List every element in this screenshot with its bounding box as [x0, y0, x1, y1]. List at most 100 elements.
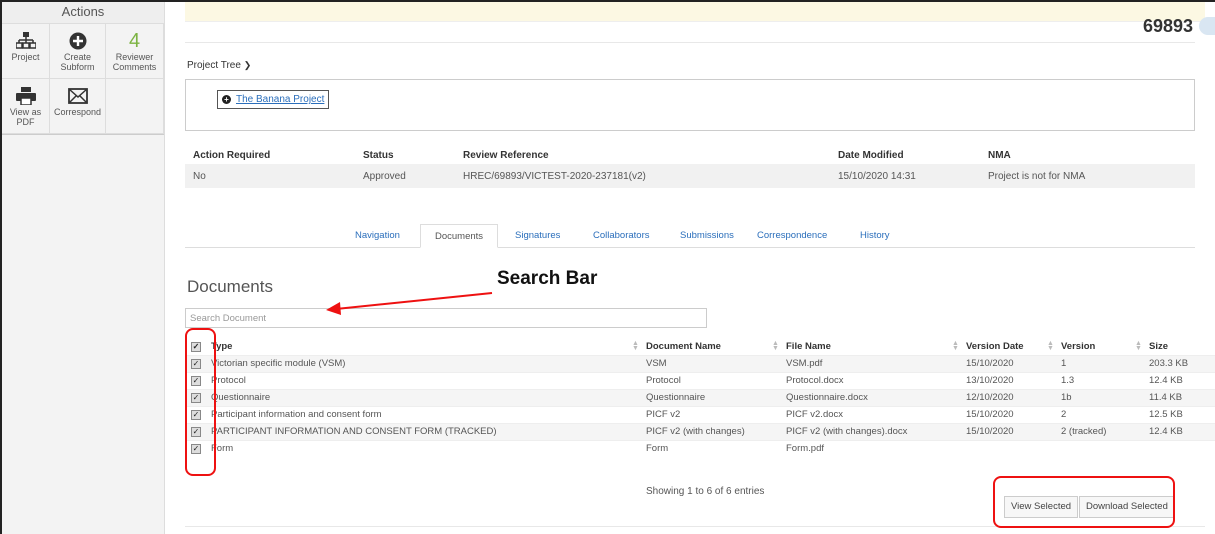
tab-submissions[interactable]: Submissions [680, 224, 734, 248]
tab-documents[interactable]: Documents [420, 224, 499, 248]
view-as-pdf-label: View as PDF [9, 107, 42, 127]
cell-document-name: Form [642, 439, 782, 457]
cell-document-name: Questionnaire [642, 388, 782, 406]
column-version-date-label: Version Date [966, 340, 1024, 352]
project-tree-node-link[interactable]: The Banana Project [236, 94, 324, 105]
header-review-reference: Review Reference [463, 149, 549, 161]
column-version-label: Version [1061, 340, 1096, 352]
column-version-date[interactable]: ▲ ▼ Version Date [952, 338, 1057, 355]
actions-title: Actions [2, 2, 164, 24]
project-tree-panel: + The Banana Project [185, 79, 1195, 131]
cell-size: 12.5 KB [1145, 405, 1215, 423]
column-document-name[interactable]: ▲ ▼ Document Name [632, 338, 782, 355]
column-size[interactable]: ▲ ▼ Size [1135, 338, 1215, 355]
project-tree-node[interactable]: + The Banana Project [217, 90, 330, 109]
cell-version: 1.3 [1057, 371, 1145, 389]
table-row[interactable]: ✓ PARTICIPANT INFORMATION AND CONSENT FO… [185, 422, 1215, 440]
reviewer-comments-label: Reviewer Comments [112, 52, 157, 72]
entries-info: Showing 1 to 6 of 6 entries [646, 486, 765, 497]
sort-icon: ▲ ▼ [632, 340, 639, 352]
tab-collaborators[interactable]: Collaborators [593, 224, 650, 248]
cell-type: Protocol [207, 371, 642, 389]
documents-header-row: ✓ Type ▲ ▼ Document Name ▲ ▼ File Name ▲ ▼ Ver… [185, 338, 1215, 355]
reviewer-comments-action[interactable]: 4 Reviewer Comments [106, 24, 164, 79]
reviewer-comments-count: 4 [128, 30, 141, 52]
cell-file-name: Questionnaire.docx [782, 388, 962, 406]
view-as-pdf-action[interactable]: View as PDF [2, 79, 50, 134]
column-file-name-label: File Name [786, 340, 831, 352]
project-info-header-row: Action Required Status Review Reference … [185, 146, 1195, 164]
actions-sidebar: Actions Project Create Subform 4 Reviewe… [2, 2, 165, 534]
cell-version-date: 15/10/2020 [962, 354, 1057, 372]
project-tree-toggle[interactable]: Project Tree ❯ [187, 60, 251, 71]
project-action-label: Project [11, 52, 40, 62]
cell-file-name: Protocol.docx [782, 371, 962, 389]
status-value: Approved [355, 164, 455, 188]
documents-heading: Documents [187, 277, 273, 296]
cell-file-name: VSM.pdf [782, 354, 962, 372]
cell-document-name: VSM [642, 354, 782, 372]
sort-icon: ▲ ▼ [952, 340, 959, 352]
notice-strip [185, 2, 1205, 22]
header-date-modified: Date Modified [838, 149, 904, 161]
cell-type: PARTICIPANT INFORMATION AND CONSENT FORM… [207, 422, 642, 440]
header-nma: NMA [988, 149, 1011, 161]
sort-icon: ▲ ▼ [772, 340, 779, 352]
table-row[interactable]: ✓ Participant information and consent fo… [185, 405, 1215, 423]
header-action-required: Action Required [193, 149, 271, 161]
project-tree-icon [2, 30, 49, 52]
create-subform-action[interactable]: Create Subform [50, 24, 106, 79]
cell-version: 1 [1057, 354, 1145, 372]
checkbox-highlight-box [185, 328, 216, 476]
nma-value: Project is not for NMA [980, 164, 1195, 188]
correspond-label: Correspond [53, 107, 102, 117]
cell-size: 12.4 KB [1145, 371, 1215, 389]
table-row[interactable]: ✓ Victorian specific module (VSM) VSM VS… [185, 354, 1215, 372]
project-action[interactable]: Project [2, 24, 50, 79]
expand-plus-icon[interactable]: + [222, 95, 231, 104]
table-row[interactable]: ✓ Protocol Protocol Protocol.docx 13/10/… [185, 371, 1215, 389]
review-reference-value: HREC/69893/VICTEST-2020-237181(v2) [455, 164, 830, 188]
cell-document-name: PICF v2 (with changes) [642, 422, 782, 440]
chevron-down-icon: ❯ [243, 60, 252, 70]
cell-size: 203.3 KB [1145, 354, 1215, 372]
correspond-action[interactable]: Correspond [50, 79, 106, 134]
documents-table: ✓ Type ▲ ▼ Document Name ▲ ▼ File Name ▲ ▼ Ver… [185, 338, 1215, 457]
tab-navigation[interactable]: Navigation [355, 224, 400, 248]
column-type[interactable]: Type [207, 338, 642, 355]
printer-icon [2, 85, 49, 107]
cell-document-name: PICF v2 [642, 405, 782, 423]
actions-grid: Project Create Subform 4 Reviewer Commen… [2, 24, 164, 135]
column-document-name-label: Document Name [646, 340, 721, 352]
cell-version-date: 12/10/2020 [962, 388, 1057, 406]
project-tree-label: Project Tree [187, 60, 241, 71]
project-info-row: No Approved HREC/69893/VICTEST-2020-2371… [185, 164, 1195, 188]
table-row[interactable]: ✓ Form Form Form.pdf [185, 439, 1215, 457]
sort-icon: ▲ ▼ [1047, 340, 1054, 352]
cell-version [1057, 439, 1145, 457]
action-required-value: No [185, 164, 355, 188]
search-bar-annotation: Search Bar [497, 268, 598, 289]
column-file-name[interactable]: ▲ ▼ File Name [772, 338, 962, 355]
sort-icon: ▲ ▼ [1135, 340, 1142, 352]
cell-version-date: 15/10/2020 [962, 422, 1057, 440]
project-number: 69893 [1142, 16, 1193, 36]
cell-file-name: Form.pdf [782, 439, 962, 457]
cell-version: 1b [1057, 388, 1145, 406]
cell-version-date [962, 439, 1057, 457]
tab-correspondence[interactable]: Correspondence [757, 224, 827, 248]
project-info-table: Action Required Status Review Reference … [185, 146, 1195, 188]
create-subform-label: Create Subform [60, 52, 95, 72]
cell-size [1145, 439, 1215, 457]
plus-circle-icon [50, 30, 105, 52]
buttons-highlight-box [993, 476, 1175, 528]
tab-signatures[interactable]: Signatures [515, 224, 560, 248]
tab-history[interactable]: History [860, 224, 890, 248]
cell-type: Form [207, 439, 642, 457]
cell-version: 2 (tracked) [1057, 422, 1145, 440]
project-info-icon[interactable] [1199, 17, 1215, 35]
cell-size: 11.4 KB [1145, 388, 1215, 406]
table-row[interactable]: ✓ Questionnaire Questionnaire Questionna… [185, 388, 1215, 406]
date-modified-value: 15/10/2020 14:31 [830, 164, 980, 188]
column-version[interactable]: ▲ ▼ Version [1047, 338, 1145, 355]
